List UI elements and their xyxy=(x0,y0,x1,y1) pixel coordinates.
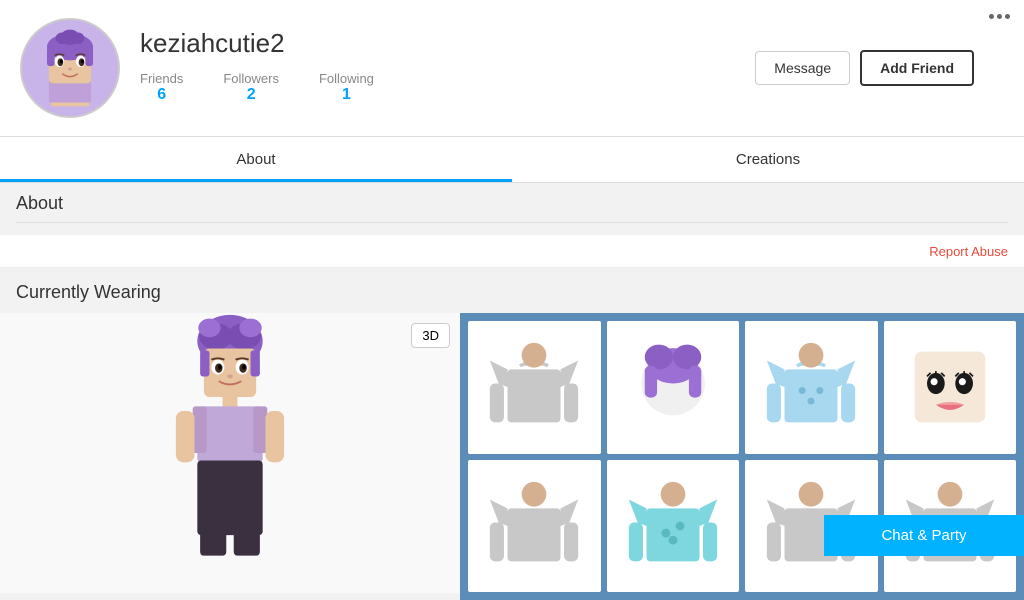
following-label: Following xyxy=(319,71,374,86)
friends-value[interactable]: 6 xyxy=(157,86,166,104)
dot-icon xyxy=(1005,14,1010,19)
item-cell[interactable] xyxy=(468,321,601,454)
avatar xyxy=(20,18,120,118)
username: keziahcutie2 xyxy=(140,28,755,59)
dot-icon xyxy=(989,14,994,19)
item-cell[interactable] xyxy=(468,460,601,593)
item-cell[interactable] xyxy=(745,321,878,454)
profile-info: keziahcutie2 Friends 6 Followers 2 Follo… xyxy=(140,28,755,108)
about-section: About xyxy=(0,183,1024,235)
chat-party-bar: Chat & Party xyxy=(824,515,1024,556)
friends-stat: Friends 6 xyxy=(140,71,183,104)
message-button[interactable]: Message xyxy=(755,51,850,85)
followers-label: Followers xyxy=(223,71,279,86)
chat-party-button[interactable]: Chat & Party xyxy=(824,515,1024,556)
btn-3d[interactable]: 3D xyxy=(411,323,450,348)
about-divider xyxy=(16,222,1008,223)
report-abuse-link[interactable]: Report Abuse xyxy=(929,244,1008,259)
following-value[interactable]: 1 xyxy=(342,86,351,104)
report-abuse-row: Report Abuse xyxy=(0,235,1024,268)
items-grid xyxy=(460,313,1024,600)
more-options-button[interactable] xyxy=(989,14,1010,19)
item-cell[interactable] xyxy=(607,460,740,593)
profile-actions: Message Add Friend xyxy=(755,50,974,86)
about-title: About xyxy=(16,193,1008,214)
tabs-bar: About Creations xyxy=(0,137,1024,183)
profile-header: keziahcutie2 Friends 6 Followers 2 Follo… xyxy=(0,0,1024,137)
tab-about[interactable]: About xyxy=(0,137,512,182)
following-stat: Following 1 xyxy=(319,71,374,104)
wearing-content: 3D xyxy=(0,313,1024,600)
item-cell[interactable] xyxy=(884,321,1017,454)
stats-row: Friends 6 Followers 2 Following 1 xyxy=(140,71,755,104)
section-title: Currently Wearing xyxy=(0,282,1024,313)
followers-stat: Followers 2 xyxy=(223,71,279,104)
tab-creations[interactable]: Creations xyxy=(512,137,1024,182)
character-preview: 3D xyxy=(0,313,460,593)
friends-label: Friends xyxy=(140,71,183,86)
item-cell[interactable] xyxy=(607,321,740,454)
dot-icon xyxy=(997,14,1002,19)
followers-value[interactable]: 2 xyxy=(247,86,256,104)
add-friend-button[interactable]: Add Friend xyxy=(860,50,974,86)
